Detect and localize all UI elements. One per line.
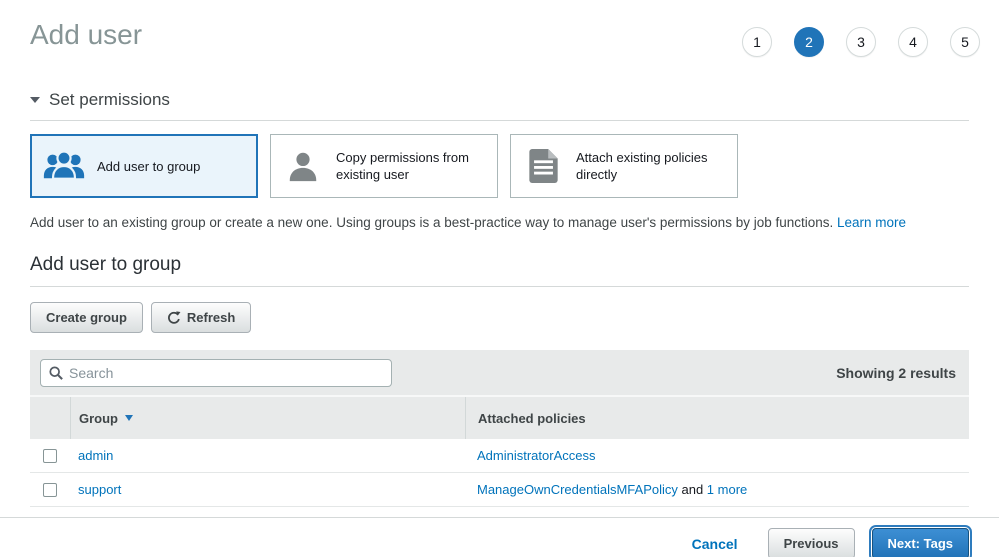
add-user-to-group-heading: Add user to group: [30, 254, 969, 276]
refresh-button[interactable]: Refresh: [151, 302, 251, 333]
step-4: 4: [898, 27, 928, 57]
search-icon: [49, 366, 63, 380]
row-checkbox[interactable]: [43, 449, 57, 463]
header-checkbox-cell: [30, 397, 70, 439]
user-group-icon: [42, 148, 86, 184]
card-add-user-to-group[interactable]: Add user to group: [30, 134, 258, 198]
table-toolbar: Showing 2 results: [30, 350, 969, 395]
card-label: Attach existing policies directly: [576, 149, 727, 183]
set-permissions-title: Set permissions: [49, 90, 170, 110]
wizard-footer: Cancel Previous Next: Tags: [0, 517, 999, 557]
wizard-step-indicator: 1 2 3 4 5: [742, 27, 980, 57]
divider: [30, 286, 969, 287]
groups-table: Showing 2 results Group Attached policie…: [30, 350, 969, 507]
row-checkbox[interactable]: [43, 483, 57, 497]
step-1: 1: [742, 27, 772, 57]
card-copy-permissions[interactable]: Copy permissions from existing user: [270, 134, 498, 198]
card-label: Copy permissions from existing user: [336, 149, 487, 183]
refresh-label: Refresh: [187, 310, 235, 325]
table-header-row: Group Attached policies: [30, 395, 969, 439]
step-3: 3: [846, 27, 876, 57]
document-icon: [521, 149, 565, 183]
create-group-button[interactable]: Create group: [30, 302, 143, 333]
chevron-down-icon: [30, 97, 40, 103]
permission-option-cards: Add user to group Copy permissions from …: [30, 134, 969, 198]
set-permissions-toggle[interactable]: Set permissions: [30, 90, 170, 110]
group-description: Add user to an existing group or create …: [30, 215, 969, 230]
divider: [30, 120, 969, 121]
step-2-active: 2: [794, 27, 824, 57]
previous-button[interactable]: Previous: [768, 528, 855, 557]
conjunction-text: and: [678, 482, 707, 497]
refresh-icon: [167, 311, 181, 325]
policy-link[interactable]: AdministratorAccess: [477, 448, 595, 463]
column-header-attached-policies: Attached policies: [465, 397, 969, 439]
search-input[interactable]: [69, 365, 383, 381]
user-icon: [281, 149, 325, 183]
learn-more-link[interactable]: Learn more: [837, 215, 906, 230]
results-count: Showing 2 results: [836, 365, 959, 381]
card-attach-policies[interactable]: Attach existing policies directly: [510, 134, 738, 198]
policy-link[interactable]: ManageOwnCredentialsMFAPolicy: [477, 482, 678, 497]
sort-desc-icon: [125, 415, 133, 421]
group-column-label: Group: [79, 411, 118, 426]
more-policies-link[interactable]: 1 more: [707, 482, 747, 497]
table-row: support ManageOwnCredentialsMFAPolicy an…: [30, 473, 969, 507]
next-tags-button[interactable]: Next: Tags: [872, 528, 970, 557]
search-box[interactable]: [40, 359, 392, 387]
group-link[interactable]: admin: [78, 448, 113, 463]
step-5: 5: [950, 27, 980, 57]
group-link[interactable]: support: [78, 482, 121, 497]
cancel-link[interactable]: Cancel: [692, 536, 738, 552]
description-text: Add user to an existing group or create …: [30, 215, 837, 230]
column-header-group[interactable]: Group: [70, 397, 465, 439]
table-row: admin AdministratorAccess: [30, 439, 969, 473]
card-label: Add user to group: [97, 158, 200, 175]
